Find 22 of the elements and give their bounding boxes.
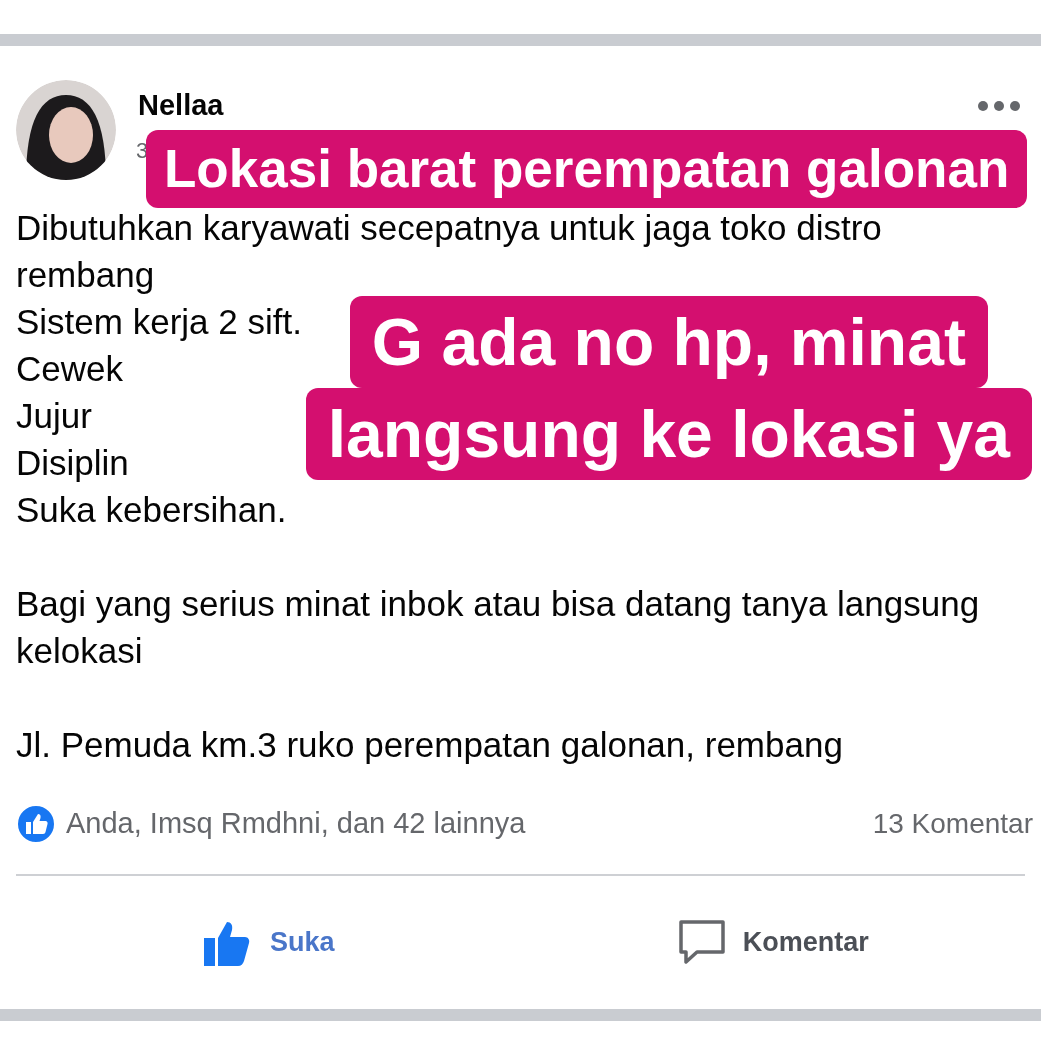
post-text-line: Cewek xyxy=(16,348,123,390)
post-text-line: Dibutuhkan karyawati secepatnya untuk jaga toko distro xyxy=(16,207,882,249)
comment-count[interactable]: 13 Komentar xyxy=(872,802,1033,845)
post-text-line: Sistem kerja 2 sift. xyxy=(16,301,302,343)
post-text-line: Bagi yang serius minat inbok atau bisa datang tanya langsung xyxy=(16,583,980,625)
more-options-icon[interactable] xyxy=(977,99,1021,112)
post-text-line: Disiplin xyxy=(16,442,129,484)
like-icon xyxy=(16,803,56,844)
post-text-line: Suka kebersihan. xyxy=(16,489,287,531)
like-button[interactable]: Suka xyxy=(201,916,335,969)
speech-bubble-icon xyxy=(676,918,727,967)
author-name[interactable]: Nellaa xyxy=(138,84,224,128)
post-text-line: Jl. Pemuda km.3 ruko perempatan galonan, rembang xyxy=(16,724,843,766)
caption-label: langsung ke lokasi ya xyxy=(305,388,1032,480)
caption-label: G ada no hp, minat xyxy=(349,296,988,388)
comment-button[interactable]: Komentar xyxy=(676,918,869,967)
caption-label: Lokasi barat perempatan galonan xyxy=(146,130,1028,208)
post-text-line: Jujur xyxy=(16,395,92,437)
post-text-line: rembang xyxy=(16,254,155,296)
avatar[interactable] xyxy=(16,80,116,180)
reactions-summary[interactable]: Anda, Imsq Rmdhni, dan 42 lainnya xyxy=(66,802,526,846)
post-text-line: kelokasi xyxy=(16,630,143,672)
